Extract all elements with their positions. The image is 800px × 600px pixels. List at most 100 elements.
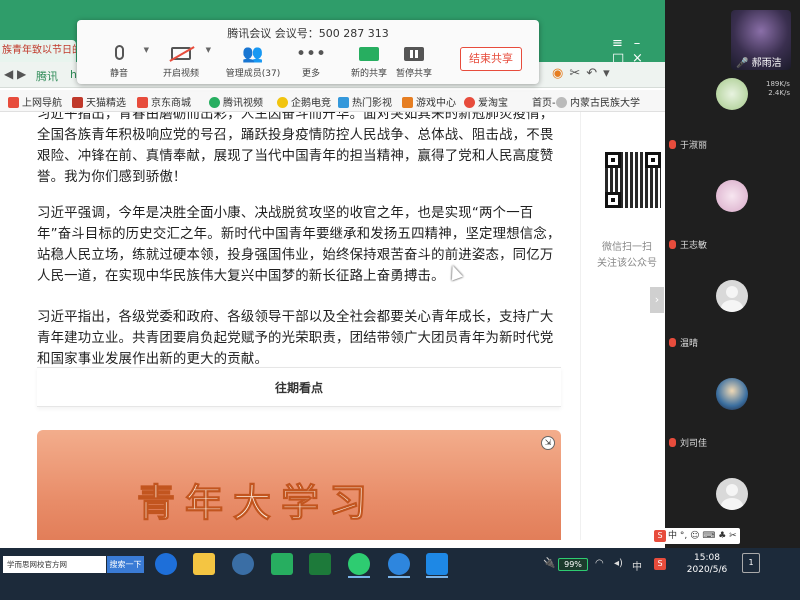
menu-icon[interactable]: ≡ [612,36,632,51]
meeting-toolbar: 腾讯会议 会议号：500 287 313 静音 ▼ 开启视频 ▼ 👥 管理成员(… [77,20,539,84]
bookmark-item[interactable]: 游戏中心 [402,94,456,109]
qr-caption: 微信扫一扫 [602,242,652,253]
tab-title: 族青年致以节日的 [2,45,76,56]
sogou-icon: S [654,530,666,542]
article-paragraph: 习近平指出，青春由磨砺而出彩，人生因奋斗而升华。面对突如其来的新冠肺炎疫情，全国… [37,112,554,185]
avatar [716,378,748,410]
bookmark-item[interactable]: 上网导航 [8,94,62,109]
wifi-icon[interactable]: ◠ [595,558,604,569]
bookmark-item[interactable]: 内蒙古民族大学 [556,94,640,109]
avatar [716,280,748,312]
battery-indicator[interactable]: 99% [558,558,588,571]
edge-icon[interactable] [155,553,177,575]
chevron-right-icon[interactable]: › [650,287,664,313]
site-label[interactable]: 腾讯 [36,68,58,84]
browser-tab-active[interactable]: 族青年致以节日的 [0,40,76,62]
members-icon: 👥 [242,44,264,64]
notification-icon[interactable]: 1 [742,553,760,573]
qr-caption: 关注该公众号 [597,258,657,269]
bookmark-icon [464,97,475,108]
bookmark-item[interactable]: 爱淘宝 [464,94,508,109]
tencent-meeting-icon[interactable] [426,553,448,575]
qr-finder [605,192,621,208]
qq-browser-icon[interactable] [388,553,410,575]
self-name: 🎤 郝雨洁 [736,58,782,69]
chevron-down-icon[interactable]: ▾ [603,66,616,81]
bookmark-icon [277,97,288,108]
mic-muted-icon [669,240,676,249]
bookmark-item[interactable]: 企鹅电竞 [277,94,331,109]
participant-tile[interactable]: 刘司佳 [665,350,800,449]
pause-icon [382,42,446,66]
url-text[interactable]: h [70,68,77,81]
power-plug-icon[interactable]: 🔌 [543,558,555,569]
manage-members-button[interactable]: 👥 管理成员(37) [221,42,285,79]
participant-name: 于淑丽 [669,138,707,151]
qr-finder [645,152,661,168]
bookmark-icon [209,97,220,108]
qr-finder [605,152,621,168]
participant-tile[interactable]: 温晴 [665,252,800,349]
bookmark-item[interactable]: 腾讯视频 [209,94,263,109]
qr-sidebar: 微信扫一扫 关注该公众号 [580,112,665,540]
participant-name: 温晴 [669,336,698,349]
avatar [716,78,748,110]
taskbar-search-button[interactable]: 搜索一下 [107,556,144,573]
avatar [716,478,748,510]
wechat-icon[interactable] [348,553,370,575]
undo-icon[interactable]: ↶ [586,66,603,81]
past-highlights-header: 往期看点 [37,367,561,407]
bookmark-icon [72,97,83,108]
article-paragraph: 习近平强调，今年是决胜全面小康、决战脱贫攻坚的收官之年，也是实现“两个一百年”奋… [37,206,561,284]
more-button[interactable]: ••• 更多 [279,42,343,79]
active-app-indicator [388,576,410,578]
bookmark-item[interactable]: 首页- [532,94,556,109]
mic-muted-icon [669,140,676,149]
camera-off-icon [149,42,213,66]
gamepad-icon[interactable]: ◉ [552,66,569,81]
ime-toolbar[interactable]: S中 °, ☺ ⌨ ♣ ✂ [651,528,740,544]
bookmarks-bar: 上网导航 天猫精选 京东商城 腾讯视频 企鹅电竞 热门影视 游戏中心 爱淘宝 首… [0,90,665,112]
bookmark-item[interactable]: 京东商城 [137,94,191,109]
meeting-title: 腾讯会议 会议号：500 287 313 [227,27,389,40]
pause-share-button[interactable]: 暂停共享 [382,42,446,79]
bookmark-icon [402,97,413,108]
volume-icon[interactable]: ◂) [614,558,623,569]
article-paragraph: 习近平指出，各级党委和政府、各级领导干部以及全社会都要关心青年成长，支持广大青年… [37,310,554,367]
bookmark-item[interactable]: 热门影视 [338,94,392,109]
more-icon: ••• [295,44,327,64]
microphone-icon [87,42,151,66]
share-icon[interactable]: ⇲ [541,436,555,450]
participant-name: 刘司佳 [669,436,707,449]
excel-icon[interactable] [309,553,331,575]
clock[interactable]: 15:08 2020/5/6 [683,552,731,576]
folder-icon[interactable] [193,553,215,575]
back-icon[interactable]: ◀ ▶ [4,67,26,81]
bookmark-icon [8,97,19,108]
minimize-icon[interactable]: – [632,36,652,51]
sogou-tray-icon[interactable]: S [654,558,668,570]
participant-tile[interactable] [665,450,800,530]
chevron-down-icon[interactable]: ▼ [206,46,211,54]
avatar [716,180,748,212]
participant-tile[interactable]: 王志敏 [665,160,800,251]
app-icon[interactable] [232,553,254,575]
active-app-indicator [426,576,448,578]
mic-muted-icon [669,438,676,447]
bookmark-icon [338,97,349,108]
participant-tile[interactable]: 于淑丽 [665,72,800,151]
banner-title: 青年大学习 [136,481,378,526]
bookmark-item[interactable]: 天猫精选 [72,94,126,109]
browser-tools: ◉✂↶▾ [552,66,616,81]
article-banner-image[interactable]: 青年大学习 ⇲ [37,430,561,540]
bookmark-icon [137,97,148,108]
taskbar-search-input[interactable]: 学而思网校官方网 [3,556,106,573]
active-app-indicator [348,576,370,578]
scissors-icon[interactable]: ✂ [569,66,586,81]
ime-indicator[interactable]: 中 [632,558,642,573]
iqiyi-icon[interactable] [271,553,293,575]
start-video-button[interactable]: 开启视频 ▼ [149,42,213,79]
mute-button[interactable]: 静音 ▼ [87,42,151,79]
participant-name: 王志敏 [669,238,707,251]
end-share-button[interactable]: 结束共享 [460,47,522,71]
